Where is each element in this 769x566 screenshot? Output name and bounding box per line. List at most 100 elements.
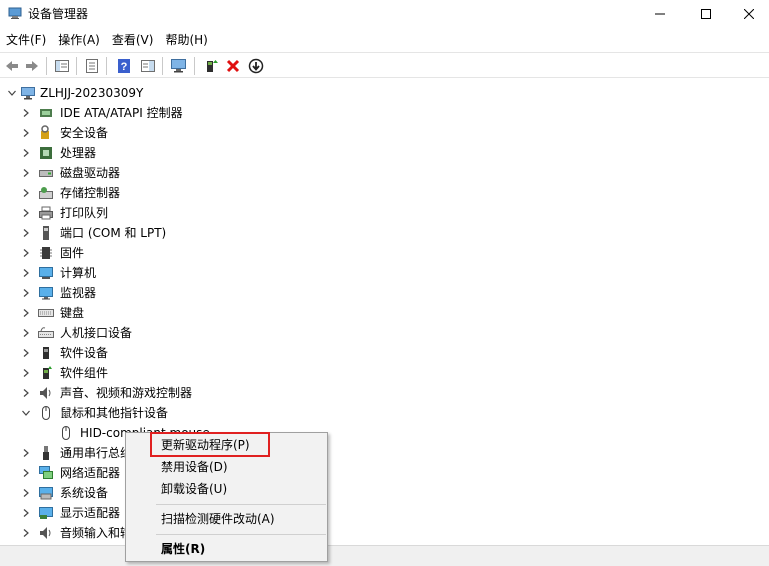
tree-item[interactable]: 处理器 [0, 143, 769, 163]
tree-item[interactable]: 软件组件 [0, 363, 769, 383]
sound-icon [40, 387, 51, 399]
chevron-right-icon[interactable] [20, 527, 32, 539]
chevron-right-icon[interactable] [20, 187, 32, 199]
toolbar-separator [46, 57, 47, 75]
disable-device-icon [248, 58, 264, 74]
tree-item[interactable]: 显示适配器 [0, 503, 769, 523]
action-pane-button[interactable] [138, 56, 158, 76]
tree-item-expanded[interactable]: 鼠标和其他指针设备 [0, 403, 769, 423]
chevron-right-icon[interactable] [20, 287, 32, 299]
tree-item[interactable]: 端口 (COM 和 LPT) [0, 223, 769, 243]
toolbar-separator [106, 57, 107, 75]
tree-item[interactable]: 软件设备 [0, 343, 769, 363]
tree-item[interactable]: 存储控制器 [0, 183, 769, 203]
tree-item[interactable]: 系统设备 [0, 483, 769, 503]
computer-icon [39, 267, 53, 279]
tree-item[interactable]: 监视器 [0, 283, 769, 303]
tree-item-label: 鼠标和其他指针设备 [60, 406, 169, 420]
tree-item[interactable]: 音频输入和输出 [0, 523, 769, 543]
maximize-icon [701, 9, 711, 19]
disable-device-button[interactable] [246, 56, 266, 76]
chevron-right-icon[interactable] [20, 507, 32, 519]
tree-item-label: 端口 (COM 和 LPT) [60, 226, 167, 240]
tree-item-label: 网络适配器 [60, 466, 121, 480]
chevron-right-icon[interactable] [20, 267, 32, 279]
update-driver-button[interactable] [201, 56, 221, 76]
tree-item[interactable]: 网络适配器 [0, 463, 769, 483]
mouse-icon [42, 406, 50, 420]
chevron-right-icon[interactable] [20, 347, 32, 359]
tree-item[interactable]: 打印队列 [0, 203, 769, 223]
tree-item[interactable]: 磁盘驱动器 [0, 163, 769, 183]
tree-item-hid-mouse[interactable]: HID-compliant mouse [0, 423, 769, 443]
scan-hardware-button[interactable] [169, 56, 189, 76]
tree-item[interactable]: 安全设备 [0, 123, 769, 143]
display-adapter-icon [39, 507, 53, 519]
menu-separator [156, 504, 326, 505]
highlight-annotation-box [150, 432, 270, 457]
toolbar-separator [194, 57, 195, 75]
chevron-right-icon[interactable] [20, 227, 32, 239]
printer-icon [39, 206, 53, 220]
chevron-right-icon[interactable] [20, 387, 32, 399]
tree-item[interactable]: 固件 [0, 243, 769, 263]
tree-item[interactable]: 通用串行总线控制器 [0, 443, 769, 463]
chevron-down-icon[interactable] [6, 87, 18, 99]
chevron-right-icon[interactable] [20, 147, 32, 159]
tree-item[interactable]: 计算机 [0, 263, 769, 283]
back-button[interactable] [2, 56, 22, 76]
chevron-right-icon[interactable] [20, 247, 32, 259]
processor-icon [40, 147, 52, 159]
chevron-right-icon[interactable] [20, 307, 32, 319]
tree-root-label: ZLHJJ-20230309Y [40, 86, 144, 100]
chevron-right-icon[interactable] [20, 447, 32, 459]
toolbar-separator [162, 57, 163, 75]
forward-arrow-icon [26, 61, 38, 71]
menu-item-scan-hardware[interactable]: 扫描检测硬件改动(A) [127, 508, 327, 530]
menu-view[interactable]: 查看(V) [106, 28, 160, 52]
tree-item-label: 人机接口设备 [60, 326, 133, 340]
tree-item[interactable]: 声音、视频和游戏控制器 [0, 383, 769, 403]
chevron-right-icon[interactable] [20, 487, 32, 499]
keyboard-icon [38, 309, 54, 317]
menu-separator [156, 534, 326, 535]
minimize-button[interactable] [637, 0, 683, 28]
chevron-right-icon[interactable] [20, 107, 32, 119]
console-tree-button[interactable] [52, 56, 72, 76]
status-bar [0, 545, 769, 566]
menu-file[interactable]: 文件(F) [0, 28, 52, 52]
tree-root[interactable]: ZLHJJ-20230309Y [0, 83, 769, 103]
menu-item-uninstall-device[interactable]: 卸载设备(U) [127, 478, 327, 500]
tree-item[interactable]: 人机接口设备 [0, 323, 769, 343]
tree-item-label: 显示适配器 [60, 506, 121, 520]
uninstall-device-button[interactable] [223, 56, 243, 76]
menu-help[interactable]: 帮助(H) [159, 28, 213, 52]
close-button[interactable] [729, 0, 769, 28]
maximize-button[interactable] [683, 0, 729, 28]
chevron-right-icon[interactable] [20, 467, 32, 479]
forward-button[interactable] [22, 56, 42, 76]
chevron-right-icon[interactable] [20, 207, 32, 219]
tree-item[interactable]: IDE ATA/ATAPI 控制器 [0, 103, 769, 123]
system-device-icon [39, 487, 53, 500]
show-hide-console-tree-icon [55, 60, 69, 72]
chevron-down-icon[interactable] [20, 407, 32, 419]
audio-io-icon [40, 527, 51, 539]
properties-button[interactable] [82, 56, 102, 76]
tree-item-label: 软件组件 [60, 366, 109, 380]
tree-item-label: 系统设备 [60, 486, 109, 500]
tree-item-label: 键盘 [60, 306, 85, 320]
tree-item[interactable]: 键盘 [0, 303, 769, 323]
monitor-icon [39, 287, 53, 300]
chevron-right-icon[interactable] [20, 327, 32, 339]
chevron-right-icon[interactable] [20, 127, 32, 139]
tree-item-label: 磁盘驱动器 [60, 166, 121, 180]
menu-item-properties[interactable]: 属性(R) [127, 538, 327, 560]
menu-action[interactable]: 操作(A) [52, 28, 106, 52]
chevron-right-icon[interactable] [20, 367, 32, 379]
chevron-right-icon[interactable] [20, 167, 32, 179]
mouse-icon [62, 426, 70, 440]
menu-item-disable-device[interactable]: 禁用设备(D) [127, 456, 327, 478]
ide-controller-icon [40, 109, 52, 117]
help-button[interactable]: ? [114, 56, 134, 76]
